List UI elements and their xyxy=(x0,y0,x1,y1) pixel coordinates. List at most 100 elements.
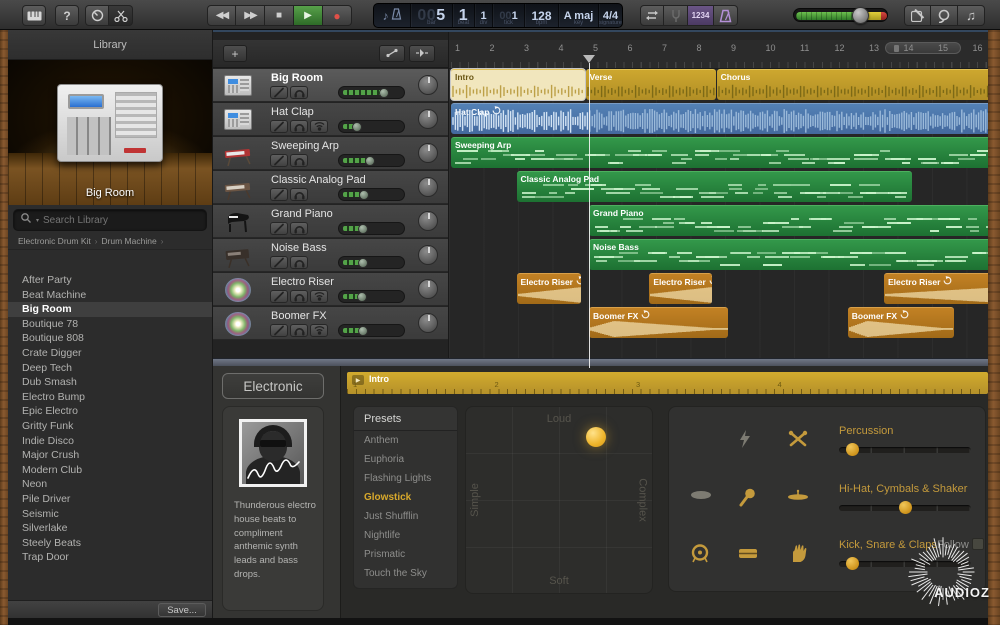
region-midi[interactable]: Noise Bass xyxy=(589,239,988,270)
metronome-button[interactable] xyxy=(714,5,738,26)
preset-item[interactable]: Nightlife xyxy=(354,526,457,545)
preset-item[interactable]: Glowstick xyxy=(354,488,457,507)
mixer-slider-handle[interactable] xyxy=(898,501,912,514)
pad-icon[interactable] xyxy=(683,483,717,511)
mixer-slider[interactable] xyxy=(839,557,971,570)
mixer-slider-handle[interactable] xyxy=(846,557,860,570)
pan-knob[interactable] xyxy=(418,211,438,231)
preset-item[interactable]: Euphoria xyxy=(354,450,457,469)
lcd-mode-section[interactable]: ♪ xyxy=(374,4,411,27)
track-header[interactable]: Noise Bass xyxy=(213,239,448,272)
library-item[interactable]: Electro Bump xyxy=(8,390,212,405)
cymbal-icon[interactable] xyxy=(781,483,815,511)
pan-knob[interactable] xyxy=(418,75,438,95)
help-button[interactable]: ? xyxy=(55,5,79,26)
library-item[interactable]: Big Room xyxy=(8,302,212,317)
timeline-ruler[interactable]: 1 2 3 4 5 6 7 8 9 10 11 12 13 14 15 16 xyxy=(449,40,988,69)
track-header[interactable]: Boomer FX xyxy=(213,307,448,340)
kick-drum-icon[interactable] xyxy=(683,539,717,567)
track-header[interactable]: Hat Clap xyxy=(213,103,448,136)
mixer-slider[interactable] xyxy=(839,443,971,456)
volume-handle[interactable] xyxy=(358,325,369,336)
track-volume-slider[interactable] xyxy=(338,324,405,337)
drumsticks-icon[interactable] xyxy=(781,425,815,453)
track-header[interactable]: Electro Riser xyxy=(213,273,448,306)
pan-knob[interactable] xyxy=(418,177,438,197)
mute-button[interactable] xyxy=(270,188,288,201)
library-item[interactable]: Seismic xyxy=(8,507,212,522)
note-pad-button[interactable] xyxy=(904,5,931,26)
pan-knob[interactable] xyxy=(418,143,438,163)
preset-item[interactable]: Touch the Sky xyxy=(354,564,457,583)
breadcrumb[interactable]: Electronic Drum Kit › Drum Machine › xyxy=(8,231,212,250)
track-header[interactable]: Big Room xyxy=(213,69,448,102)
input-monitor-button[interactable] xyxy=(310,120,328,133)
preset-item[interactable]: Flashing Lights xyxy=(354,469,457,488)
xy-pad[interactable]: Loud Soft Simple Complex xyxy=(465,406,653,594)
region-drummer[interactable]: Verse xyxy=(585,69,716,100)
mute-button[interactable] xyxy=(270,120,288,133)
solo-button[interactable] xyxy=(290,188,308,201)
track-volume-slider[interactable] xyxy=(338,120,405,133)
library-item[interactable]: Dub Smash xyxy=(8,375,212,390)
mute-button[interactable] xyxy=(270,222,288,235)
volume-handle[interactable] xyxy=(352,121,363,132)
stop-button[interactable]: ■ xyxy=(265,5,294,26)
solo-button[interactable] xyxy=(290,154,308,167)
library-item[interactable]: After Party xyxy=(8,273,212,288)
xy-puck[interactable] xyxy=(586,426,607,447)
volume-handle[interactable] xyxy=(358,223,369,234)
volume-handle[interactable] xyxy=(364,155,375,166)
search-scope-chevron-icon[interactable]: ▾ xyxy=(36,217,39,224)
region-drummer[interactable]: Chorus xyxy=(716,69,988,100)
mixer-slider-handle[interactable] xyxy=(846,443,860,456)
library-item[interactable]: Gritty Funk xyxy=(8,419,212,434)
track-volume-slider[interactable] xyxy=(338,86,405,99)
preset-item[interactable]: Anthem xyxy=(354,431,457,450)
breadcrumb-item[interactable]: Electronic Drum Kit xyxy=(18,236,91,246)
library-item[interactable]: Boutique 78 xyxy=(8,317,212,332)
track-volume-slider[interactable] xyxy=(338,188,405,201)
track-volume-slider[interactable] xyxy=(338,290,405,303)
solo-button[interactable] xyxy=(290,290,308,303)
solo-button[interactable] xyxy=(290,120,308,133)
media-browser-button[interactable]: ♫ xyxy=(958,5,985,26)
maraca-icon[interactable] xyxy=(731,483,765,511)
search-input[interactable] xyxy=(43,214,200,226)
library-item[interactable]: Indie Disco xyxy=(8,434,212,449)
region-audio-orange[interactable]: Electro Riser xyxy=(883,273,988,304)
count-in-button[interactable]: 1234 xyxy=(688,5,714,26)
pan-knob[interactable] xyxy=(418,245,438,265)
region-audio-blue[interactable]: Hat Clap xyxy=(451,103,988,134)
region-audio-orange[interactable]: Electro Riser xyxy=(516,273,582,304)
library-search[interactable]: ▾ xyxy=(13,209,207,231)
track-volume-slider[interactable] xyxy=(338,154,405,167)
library-item[interactable]: Beat Machine xyxy=(8,288,212,303)
snare-drum-icon[interactable] xyxy=(731,539,765,567)
volume-handle[interactable] xyxy=(357,291,368,302)
zoom-slider[interactable] xyxy=(885,42,961,54)
library-item[interactable]: Trap Door xyxy=(8,550,212,565)
solo-button[interactable] xyxy=(290,222,308,235)
region-midi[interactable]: Sweeping Arp xyxy=(451,137,988,168)
breadcrumb-item[interactable]: Drum Machine xyxy=(101,236,156,246)
playhead-marker[interactable] xyxy=(583,55,595,69)
track-volume-slider[interactable] xyxy=(338,256,405,269)
solo-button[interactable] xyxy=(290,86,308,99)
lcd-tempo[interactable]: 128 bpm xyxy=(525,4,559,27)
mute-button[interactable] xyxy=(270,86,288,99)
library-item[interactable]: Major Crush xyxy=(8,448,212,463)
record-button[interactable]: ● xyxy=(323,5,352,26)
region-audio-orange[interactable]: Boomer FX xyxy=(847,307,954,338)
tuner-button[interactable] xyxy=(664,5,688,26)
library-item[interactable]: Modern Club xyxy=(8,463,212,478)
track-header[interactable]: Grand Piano xyxy=(213,205,448,238)
volume-handle[interactable] xyxy=(358,189,369,200)
region-audio-orange[interactable]: Boomer FX xyxy=(589,307,728,338)
region-drummer[interactable]: Intro xyxy=(451,69,585,100)
library-item[interactable]: Boutique 808 xyxy=(8,331,212,346)
play-button[interactable]: ▶ xyxy=(294,5,323,26)
genre-button[interactable]: Electronic xyxy=(222,373,324,399)
region-midi[interactable]: Grand Piano xyxy=(589,205,988,236)
mini-timeline[interactable]: ▶ Intro 1234 xyxy=(347,372,988,394)
